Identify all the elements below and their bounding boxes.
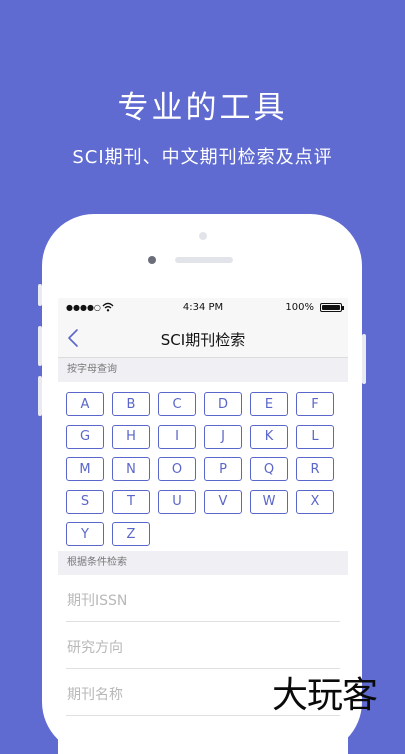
phone-power-button: [362, 334, 366, 384]
letter-button-l[interactable]: L: [296, 424, 334, 449]
letter-index: ABCDEF GHIJKL MNOPQR STUVWX YZ: [58, 382, 348, 551]
condition-section-header: 根据条件检索: [58, 551, 348, 575]
letter-grid: ABCDEF GHIJKL MNOPQR STUVWX YZ: [58, 392, 348, 547]
letter-button-y[interactable]: Y: [66, 522, 104, 547]
letter-button-a[interactable]: A: [66, 392, 104, 416]
research-direction-field[interactable]: 研究方向: [66, 622, 340, 669]
front-camera-icon: [148, 256, 156, 264]
letter-button-b[interactable]: B: [112, 392, 150, 416]
letter-button-i[interactable]: I: [158, 424, 196, 449]
battery-icon: [320, 303, 344, 312]
letter-button-n[interactable]: N: [112, 457, 150, 482]
letter-button-v[interactable]: V: [204, 489, 242, 514]
hero-subtitle: SCI期刊、中文期刊检索及点评: [72, 147, 333, 168]
letter-button-k[interactable]: K: [250, 424, 288, 449]
battery-percent: 100%: [285, 302, 314, 313]
issn-field[interactable]: 期刊ISSN: [66, 575, 340, 622]
letter-button-d[interactable]: D: [204, 392, 242, 416]
watermark-logo: 大玩客: [272, 675, 378, 716]
letter-button-z[interactable]: Z: [112, 522, 150, 547]
camera-dot: [199, 232, 207, 240]
letter-button-c[interactable]: C: [158, 392, 196, 416]
journal-name-field-placeholder: 期刊名称: [67, 687, 123, 703]
letter-section-header: 按字母查询: [58, 358, 348, 382]
research-direction-field-placeholder: 研究方向: [67, 640, 123, 656]
letter-button-g[interactable]: G: [66, 424, 104, 449]
status-bar: ●●●●○ 4:34 PM 100%: [58, 298, 348, 318]
phone-side-button: [38, 284, 42, 306]
page-title: SCI期刊检索: [160, 331, 246, 349]
letter-button-q[interactable]: Q: [250, 457, 288, 482]
nav-bar: SCI期刊检索: [58, 318, 348, 358]
letter-button-s[interactable]: S: [66, 489, 104, 514]
letter-button-h[interactable]: H: [112, 424, 150, 449]
letter-button-r[interactable]: R: [296, 457, 334, 482]
phone-volume-down-button: [38, 376, 42, 416]
letter-button-p[interactable]: P: [204, 457, 242, 482]
letter-button-u[interactable]: U: [158, 489, 196, 514]
speaker-grille: [175, 257, 233, 263]
letter-button-m[interactable]: M: [66, 457, 104, 482]
letter-button-j[interactable]: J: [204, 424, 242, 449]
letter-button-w[interactable]: W: [250, 489, 288, 514]
hero-title: 专业的工具: [117, 90, 288, 126]
letter-button-t[interactable]: T: [112, 489, 150, 514]
letter-button-f[interactable]: F: [296, 392, 334, 416]
letter-button-o[interactable]: O: [158, 457, 196, 482]
issn-field-placeholder: 期刊ISSN: [67, 593, 128, 609]
letter-button-e[interactable]: E: [250, 392, 288, 416]
phone-volume-up-button: [38, 326, 42, 366]
letter-button-x[interactable]: X: [296, 489, 334, 514]
